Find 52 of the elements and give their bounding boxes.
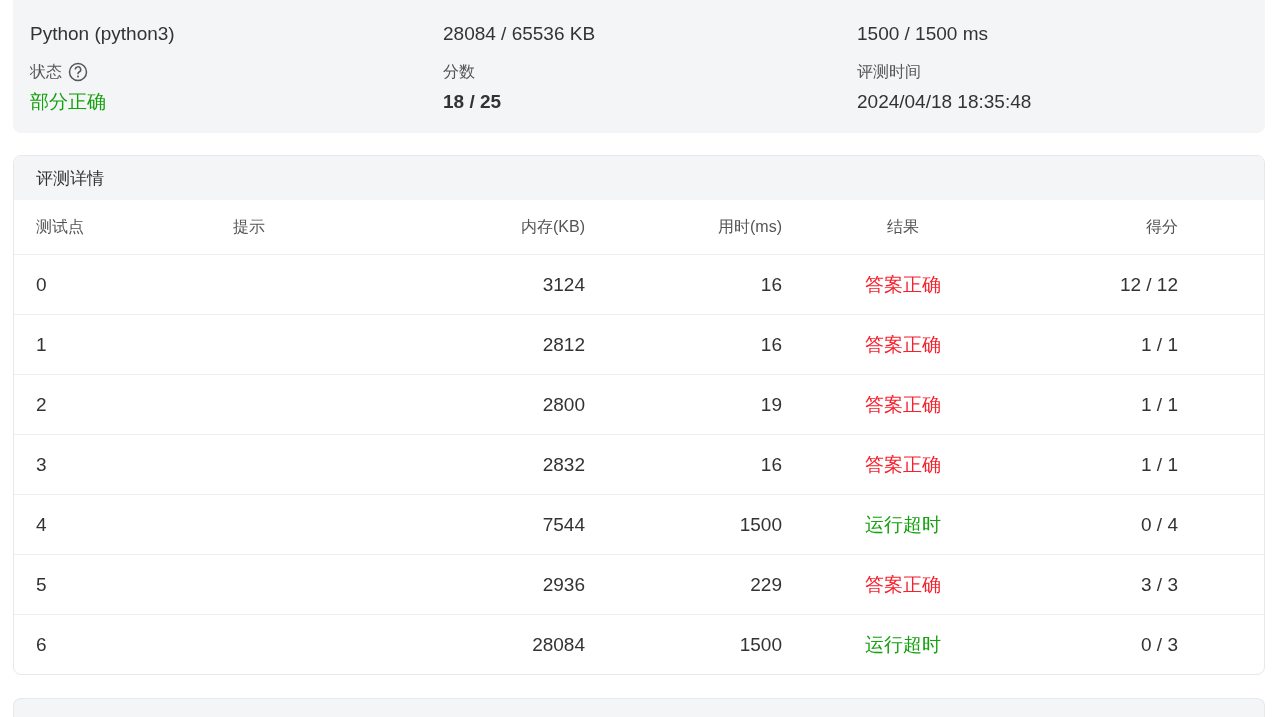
section-header: 评测详情 (14, 156, 1264, 200)
field-label: 评测时间 (857, 61, 921, 82)
field-label: 分数 (443, 61, 475, 82)
table-cell: 6 (36, 633, 47, 655)
table-cell: 28084 (532, 633, 585, 655)
field-value: 部分正确 (30, 90, 106, 114)
table-cell: 16 (760, 273, 782, 295)
table-cell: 4 (36, 513, 47, 535)
column-header: 结果 (887, 217, 919, 235)
result-text: 答案正确 (865, 453, 941, 475)
table-cell: 7544 (542, 513, 585, 535)
table-cell: 0 (36, 273, 47, 295)
column-header: 得分 (1146, 217, 1178, 235)
result-text: 运行超时 (865, 633, 941, 655)
table-cell: 16 (760, 453, 782, 475)
table-cell: 3 (36, 453, 47, 475)
table-cell: 16 (760, 333, 782, 355)
field-value: 28084 / 65536 KB (443, 22, 596, 46)
table-cell: 3124 (542, 273, 585, 295)
field-value: Python (python3) (30, 22, 175, 46)
column-header: 内存(KB) (521, 217, 585, 235)
table-cell: 1 / 1 (1141, 333, 1178, 355)
table-cell: 1500 (739, 633, 782, 655)
field-value: 2024/04/18 18:35:48 (857, 90, 1032, 114)
table-cell: 3 / 3 (1141, 573, 1178, 595)
table-cell: 0 / 4 (1141, 513, 1178, 535)
field-value: 1500 / 1500 ms (857, 22, 988, 46)
table-cell: 2832 (542, 453, 585, 475)
table-cell: 1 / 1 (1141, 453, 1178, 475)
table-cell: 12 / 12 (1119, 273, 1178, 295)
table-cell: 1 (36, 333, 47, 355)
help-icon[interactable] (68, 62, 88, 82)
result-text: 答案正确 (865, 273, 941, 295)
table-cell: 2800 (542, 393, 585, 415)
table-cell: 19 (760, 393, 782, 415)
result-text: 答案正确 (865, 333, 941, 355)
field-value: 18 / 25 (443, 90, 502, 114)
field-label: 状态 (30, 61, 62, 82)
column-header: 测试点 (36, 217, 84, 235)
column-header: 提示 (233, 217, 265, 235)
table-cell: 1 / 1 (1141, 393, 1178, 415)
result-text: 答案正确 (865, 393, 941, 415)
table-cell: 2812 (542, 333, 585, 355)
result-text: 答案正确 (865, 573, 941, 595)
table-cell: 2936 (542, 573, 585, 595)
table-cell: 5 (36, 573, 47, 595)
table-cell: 1500 (739, 513, 782, 535)
column-header: 用时(ms) (718, 217, 782, 235)
table-cell: 2 (36, 393, 47, 415)
table-cell: 229 (750, 573, 782, 595)
result-text: 运行超时 (865, 513, 941, 535)
table-cell: 0 / 3 (1141, 633, 1178, 655)
